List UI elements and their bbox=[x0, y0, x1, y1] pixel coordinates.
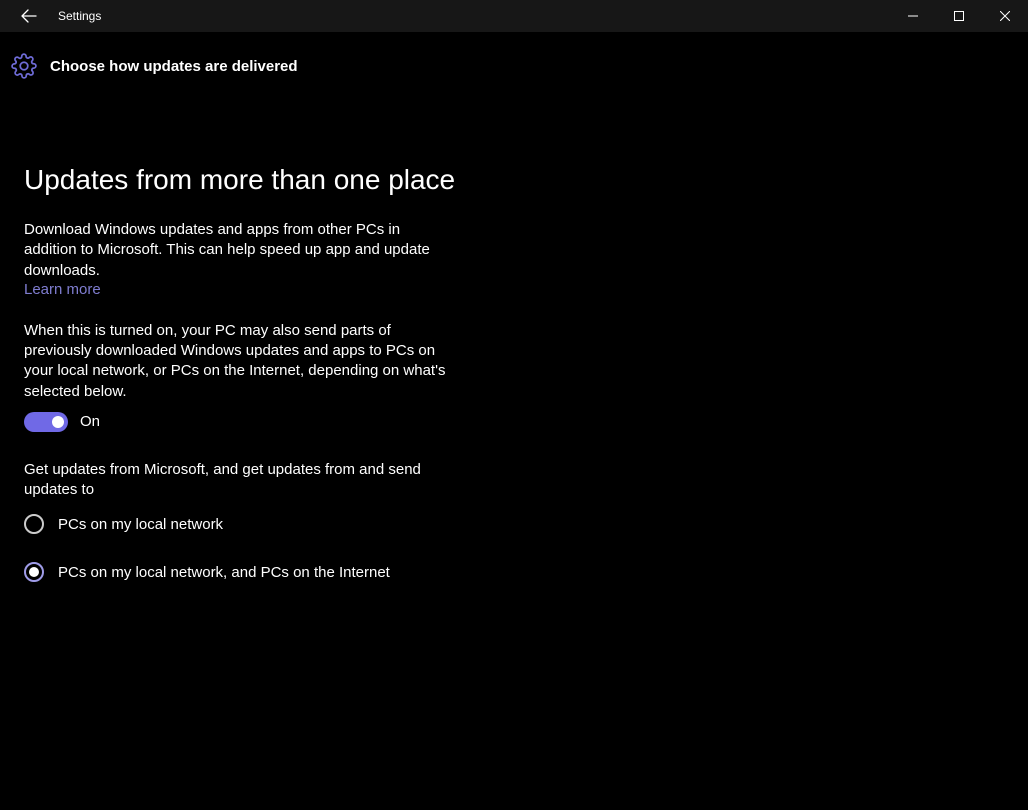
explanation-paragraph: When this is turned on, your PC may also… bbox=[24, 321, 456, 402]
maximize-icon bbox=[954, 11, 964, 21]
toggle-row: On bbox=[24, 412, 456, 432]
page-header-title: Choose how updates are delivered bbox=[50, 58, 298, 75]
close-icon bbox=[1000, 11, 1010, 21]
radio-local-and-internet[interactable]: PCs on my local network, and PCs on the … bbox=[24, 562, 456, 582]
updates-toggle[interactable] bbox=[24, 412, 68, 432]
window-controls bbox=[890, 0, 1028, 32]
radio-prompt: Get updates from Microsoft, and get upda… bbox=[24, 460, 456, 501]
toggle-state-label: On bbox=[80, 413, 100, 430]
back-button[interactable] bbox=[8, 0, 50, 32]
radio-local-network[interactable]: PCs on my local network bbox=[24, 514, 456, 534]
window-title: Settings bbox=[58, 9, 101, 23]
header-bar: Choose how updates are delivered bbox=[0, 32, 1028, 94]
radio-label: PCs on my local network, and PCs on the … bbox=[58, 564, 390, 581]
main-heading: Updates from more than one place bbox=[24, 164, 456, 196]
minimize-icon bbox=[908, 11, 918, 21]
close-button[interactable] bbox=[982, 0, 1028, 32]
gear-icon bbox=[10, 52, 38, 80]
radio-icon-selected bbox=[24, 562, 44, 582]
learn-more-link[interactable]: Learn more bbox=[24, 281, 101, 298]
back-arrow-icon bbox=[20, 7, 38, 25]
intro-block: Download Windows updates and apps from o… bbox=[24, 220, 456, 299]
titlebar: Settings bbox=[0, 0, 1028, 32]
radio-group: PCs on my local network PCs on my local … bbox=[24, 514, 456, 582]
radio-icon bbox=[24, 514, 44, 534]
content: Updates from more than one place Downloa… bbox=[0, 94, 480, 634]
maximize-button[interactable] bbox=[936, 0, 982, 32]
radio-label: PCs on my local network bbox=[58, 516, 223, 533]
minimize-button[interactable] bbox=[890, 0, 936, 32]
intro-paragraph: Download Windows updates and apps from o… bbox=[24, 221, 430, 279]
radio-inner-dot bbox=[29, 567, 39, 577]
toggle-knob bbox=[52, 416, 64, 428]
